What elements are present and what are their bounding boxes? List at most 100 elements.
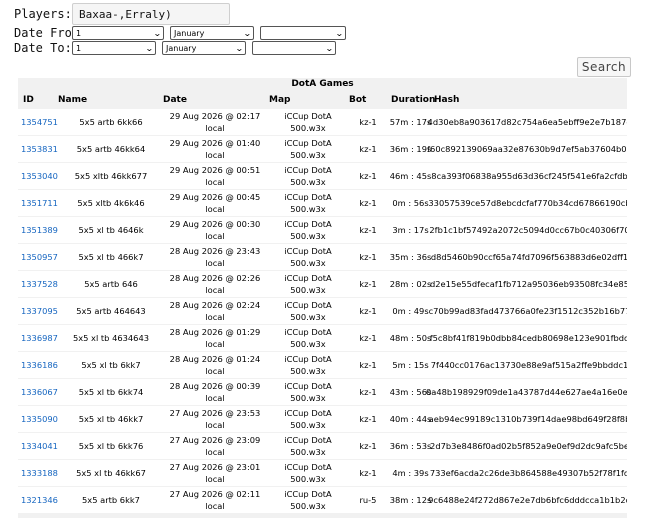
game-bot: kz-1 (359, 171, 377, 181)
game-date: 29 Aug 2026 @ 02:17 local (169, 111, 261, 133)
game-name: 5x5 artb 646 (84, 279, 138, 289)
game-id-link[interactable]: 1351711 (18, 190, 61, 216)
players-input[interactable]: Baxaa-,Erraly) (72, 3, 230, 25)
game-id-link[interactable]: 1351389 (18, 217, 61, 243)
game-hash: 4d30eb8a903617d82c754a6ea5ebff9e2e7b187e (427, 117, 627, 127)
date-from-day-value: 1 (76, 28, 82, 38)
chevron-down-icon: ⌄ (145, 43, 155, 53)
table-row: 1336067 5x5 xl tb 6kk74 28 Aug 2026 @ 00:3… (18, 379, 627, 406)
table-header: ID Name Date Map Bot Duration Hash (18, 92, 627, 108)
game-map: iCCup DotA 500.w3x (284, 327, 332, 349)
game-hash: f5c8bf41f819b0dbb84cedb80698e123e901fbdd (429, 333, 627, 343)
table-row: 1321346 5x5 artb 6kk7 27 Aug 2026 @ 02:11 … (18, 487, 627, 514)
game-date: 28 Aug 2026 @ 02:26 local (169, 273, 261, 295)
game-date: 27 Aug 2026 @ 02:11 local (169, 489, 261, 511)
game-hash: 2fb1c1bf57492a2072c5094d0cc67b0c40306f70 (429, 225, 627, 235)
game-hash: 0a48b198929f09de1a43787d44e627ae4a16e0e1 (425, 387, 627, 397)
date-to-label: Date To: (14, 41, 72, 55)
game-duration: 0m : 56s (392, 198, 429, 208)
date-from-year-select[interactable]: ⌄ (260, 26, 346, 40)
game-name: 5x5 xl tb 4634643 (72, 333, 150, 343)
game-date: 29 Aug 2026 @ 00:51 local (169, 165, 261, 187)
column-header-date: Date (163, 95, 187, 105)
game-duration: 57m : 17s (389, 117, 432, 127)
game-map: iCCup DotA 500.w3x (284, 435, 332, 457)
game-id-link[interactable]: 1334041 (18, 433, 61, 459)
game-map: iCCup DotA 500.w3x (284, 381, 332, 403)
game-bot: kz-1 (359, 225, 377, 235)
date-from-month-select[interactable]: January ⌄ (170, 26, 254, 40)
chevron-down-icon: ⌄ (235, 43, 245, 53)
date-from-label: Date From: (14, 26, 87, 40)
game-name: 5x5 artb 6kk7 (82, 495, 140, 505)
game-bot: kz-1 (359, 360, 377, 370)
game-duration: 38m : 12s (389, 495, 432, 505)
game-map: iCCup DotA 500.w3x (284, 219, 332, 241)
game-hash: d2e15e55dfecaf1fb712a95036eb93508fc34e85 (430, 279, 627, 289)
game-id-link[interactable]: 1337528 (18, 271, 61, 297)
date-to-month-select[interactable]: January ⌄ (162, 41, 246, 55)
date-to-row: Date To: 1 ⌄ January ⌄ ⌄ (14, 41, 342, 55)
game-bot: kz-1 (359, 387, 377, 397)
game-duration: 35m : 36s (389, 252, 432, 262)
players-row: Players: Baxaa-,Erraly) (14, 3, 230, 25)
game-date: 29 Aug 2026 @ 00:45 local (169, 192, 261, 214)
game-bot: kz-1 (359, 279, 377, 289)
game-id-link[interactable]: 1336186 (18, 352, 61, 378)
game-id-link[interactable]: 1350957 (18, 244, 61, 270)
table-row: 1351389 5x5 xl tb 4646k 29 Aug 2026 @ 00:3… (18, 217, 627, 244)
game-id-link[interactable]: 1321346 (18, 487, 61, 513)
game-id-link[interactable]: 1333188 (18, 460, 61, 486)
search-button[interactable]: Search (577, 57, 631, 77)
game-duration: 36m : 19s (389, 144, 432, 154)
game-date: 28 Aug 2026 @ 00:39 local (169, 381, 261, 403)
game-hash: d8d5460b90ccf65a74fd7096f563883d6e02dff1 (430, 252, 627, 262)
table-row: 1336987 5x5 xl tb 4634643 28 Aug 2026 @ 01… (18, 325, 627, 352)
game-map: iCCup DotA 500.w3x (284, 138, 332, 160)
game-duration: 4m : 39s (392, 468, 429, 478)
date-from-day-select[interactable]: 1 ⌄ (72, 26, 164, 40)
game-id-link[interactable]: 1353040 (18, 163, 61, 189)
game-name: 5x5 xltb 46kk677 (74, 171, 148, 181)
game-id-link[interactable]: 1336067 (18, 379, 61, 405)
game-name: 5x5 artb 464643 (76, 306, 146, 316)
game-duration: 36m : 53s (389, 441, 432, 451)
game-map: iCCup DotA 500.w3x (284, 165, 332, 187)
game-name: 5x5 xl tb 46kk67 (76, 468, 146, 478)
game-id-link[interactable]: 1337095 (18, 298, 61, 324)
column-header-duration: Duration (391, 95, 436, 105)
date-to-year-select[interactable]: ⌄ (252, 41, 336, 55)
column-header-map: Map (269, 95, 291, 105)
game-bot: kz-1 (359, 306, 377, 316)
game-bot: ru-5 (359, 495, 377, 505)
table-row: 1350957 5x5 xl tb 466k7 28 Aug 2026 @ 23:4… (18, 244, 627, 271)
date-from-month-value: January (174, 28, 205, 38)
chevron-down-icon: ⌄ (335, 28, 345, 38)
players-label: Players: (14, 7, 72, 21)
table-row: 1335090 5x5 xl tb 46kk7 27 Aug 2026 @ 23:5… (18, 406, 627, 433)
game-name: 5x5 xl tb 46kk7 (78, 414, 144, 424)
game-date: 28 Aug 2026 @ 01:29 local (169, 327, 261, 349)
game-id-link[interactable]: 1354751 (18, 109, 61, 135)
game-map: iCCup DotA 500.w3x (284, 246, 332, 268)
game-id-link[interactable]: 1336987 (18, 325, 61, 351)
game-map: iCCup DotA 500.w3x (284, 192, 332, 214)
game-date: 28 Aug 2026 @ 01:24 local (169, 354, 261, 376)
game-id-link[interactable]: 1335090 (18, 406, 61, 432)
game-duration: 5m : 15s (392, 360, 429, 370)
game-bot: kz-1 (359, 252, 377, 262)
table-row: 1351711 5x5 xltb 4k6k46 29 Aug 2026 @ 00:4… (18, 190, 627, 217)
game-map: iCCup DotA 500.w3x (284, 111, 332, 133)
game-bot: kz-1 (359, 144, 377, 154)
game-duration: 40m : 44s (389, 414, 432, 424)
game-date: 27 Aug 2026 @ 23:53 local (169, 408, 261, 430)
game-id-link[interactable]: 1353831 (18, 136, 61, 162)
game-duration: 3m : 17s (392, 225, 429, 235)
game-name: 5x5 xl tb 4646k (78, 225, 144, 235)
table-row: 1353831 5x5 artb 46kk64 29 Aug 2026 @ 01:4… (18, 136, 627, 163)
date-to-day-select[interactable]: 1 ⌄ (72, 41, 156, 55)
game-hash: 9c6488e24f272d867e2e7db6bfc6dddcca1b1b2d (428, 495, 627, 505)
game-date: 27 Aug 2026 @ 23:09 local (169, 435, 261, 457)
date-from-row: Date From: 1 ⌄ January ⌄ ⌄ (14, 26, 352, 40)
game-duration: 46m : 45s (389, 171, 432, 181)
